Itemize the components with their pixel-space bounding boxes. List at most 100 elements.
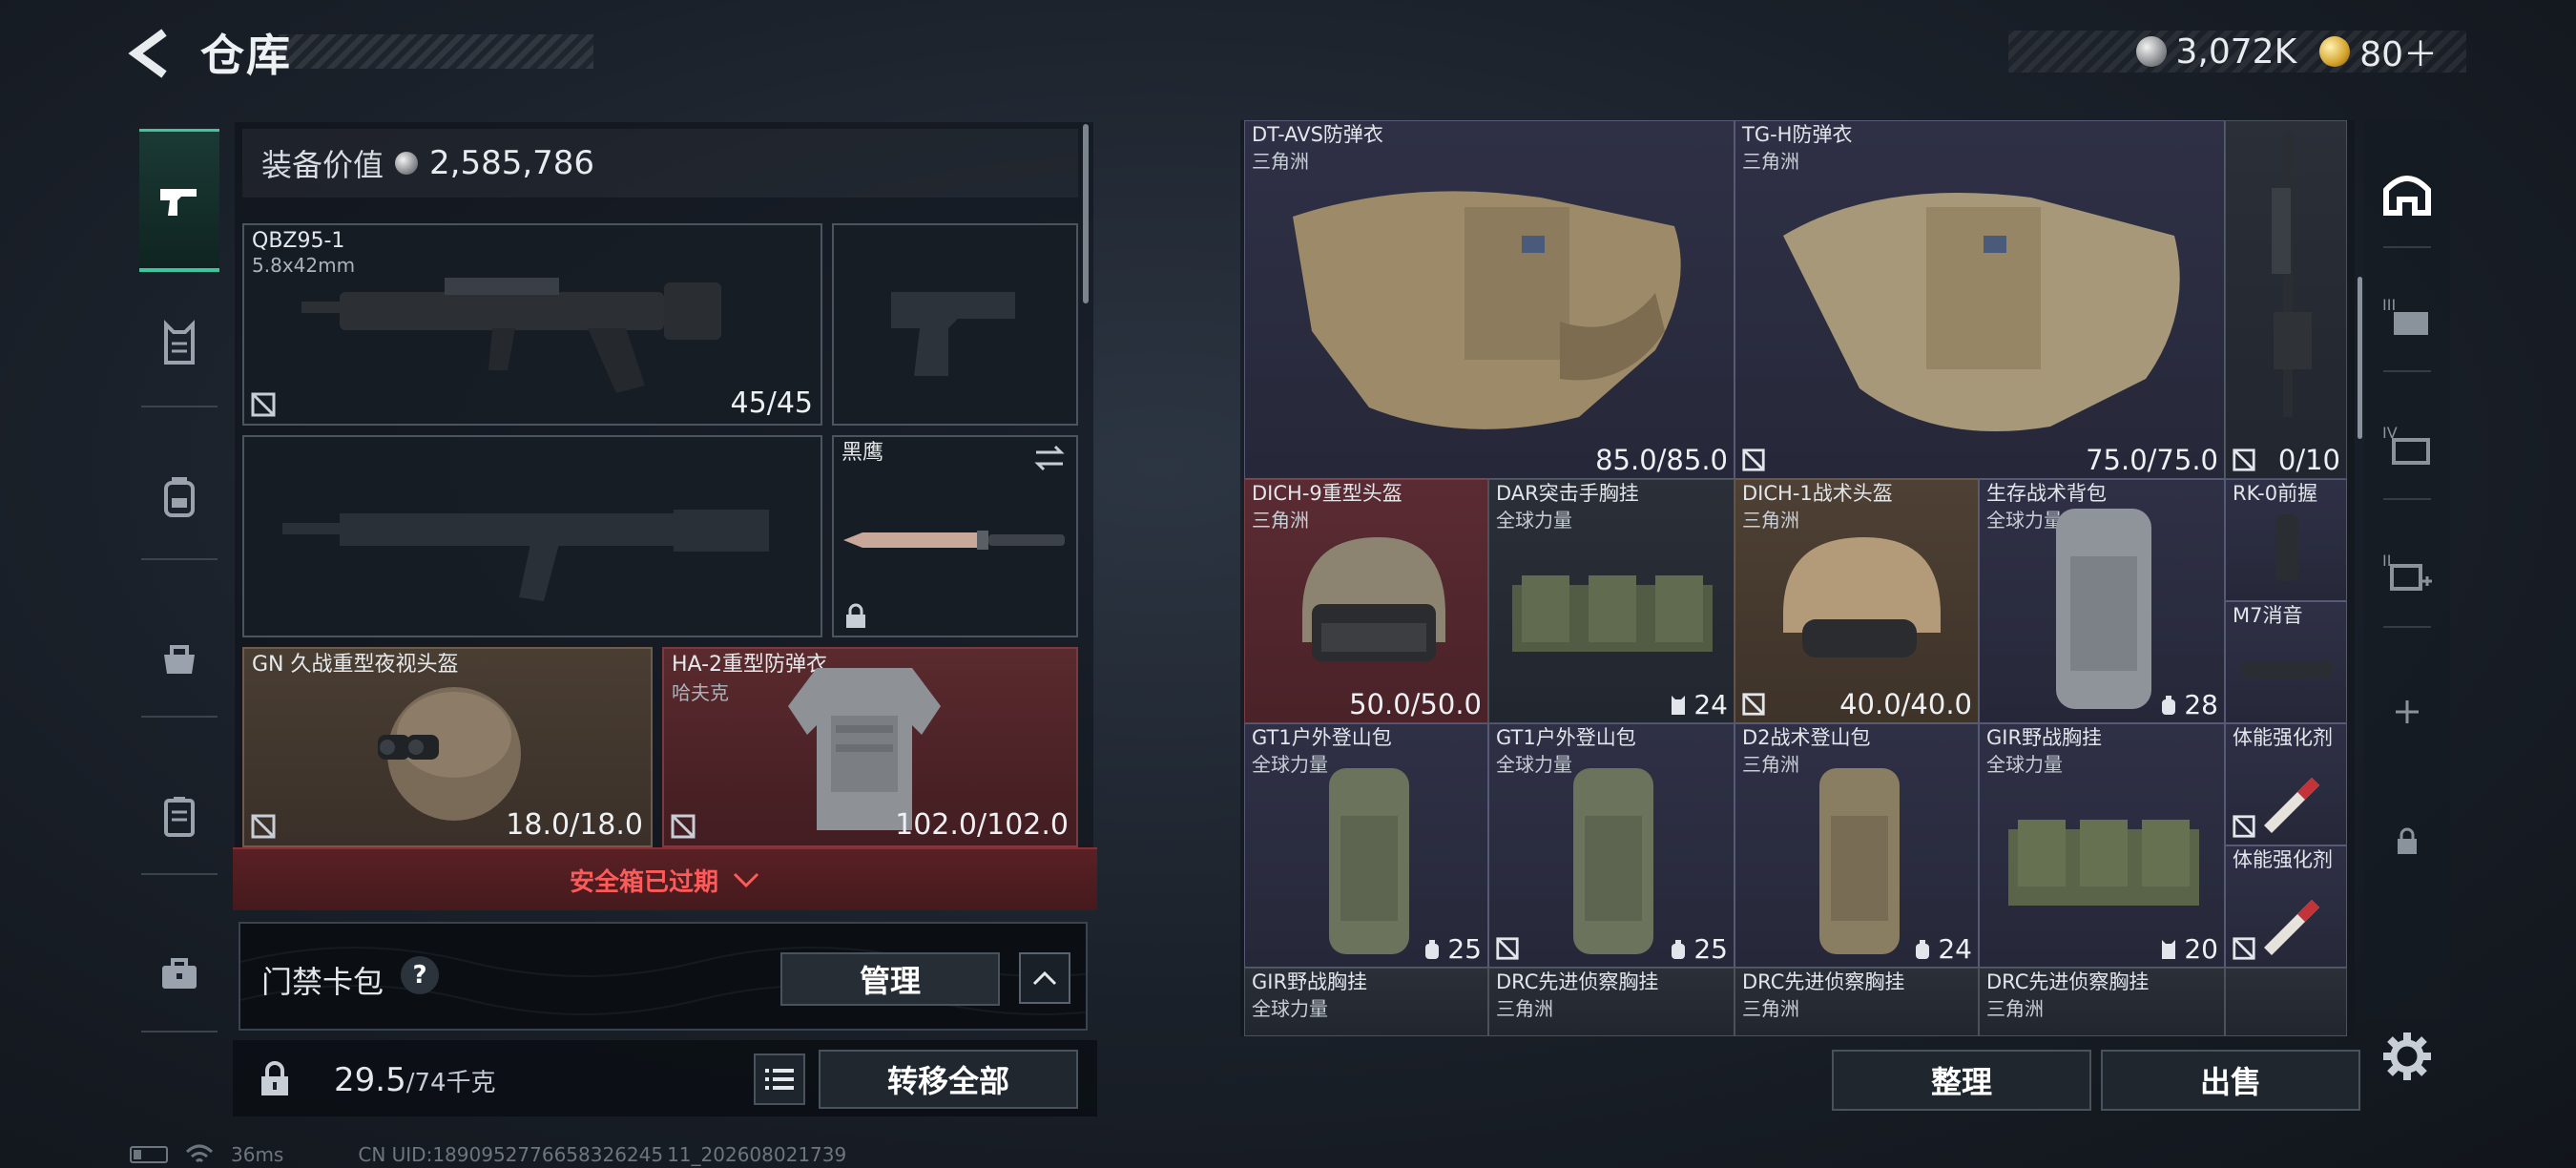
keycard-pack-row: 门禁卡包 ? 管理	[239, 922, 1088, 1031]
list-view-button[interactable]	[754, 1053, 805, 1105]
item-durability: 75.0/75.0	[2086, 444, 2218, 476]
tab-weapons[interactable]	[139, 129, 219, 272]
settings-button[interactable]	[2378, 1027, 2437, 1086]
svg-text:III: III	[2382, 296, 2396, 314]
stash-home-tool[interactable]	[2374, 158, 2441, 225]
stash-iv-tool[interactable]: IV	[2374, 410, 2441, 477]
stash-item[interactable]: DICH-1战术头盔 三角洲 40.0/40.0	[1735, 479, 1979, 723]
body-armor-image	[1293, 191, 1681, 429]
container-icon	[164, 797, 195, 837]
stash-item[interactable]: DICH-9重型头盔 三角洲 50.0/50.0	[1244, 479, 1488, 723]
rifle-placeholder-icon	[282, 510, 769, 601]
collapse-button[interactable]	[1019, 952, 1070, 1004]
no-insurance-icon	[1742, 448, 1765, 471]
stash-item[interactable]: GT1户外登山包 全球力量 25	[1244, 723, 1488, 968]
stash-item[interactable]: DRC先进侦察胸挂 三角洲	[1735, 968, 1979, 1036]
backpack-capacity-icon	[2162, 695, 2176, 715]
gold-coin-icon	[2319, 36, 2351, 67]
tab-case[interactable]	[139, 902, 219, 1045]
user-uid: CN UID:1890952776658326245 11_2026080217…	[358, 1143, 847, 1166]
item-origin: 全球力量	[1252, 997, 1328, 1020]
help-button[interactable]: ?	[401, 956, 439, 994]
transfer-all-button[interactable]: 转移全部	[819, 1050, 1078, 1109]
back-button[interactable]	[126, 27, 174, 80]
safebox-expired-bar[interactable]: 安全箱已过期	[233, 847, 1097, 910]
stash-item[interactable]: 体能强化剂	[2225, 723, 2347, 845]
hiking-backpack-image	[1329, 768, 1409, 954]
sell-button[interactable]: 出售	[2101, 1050, 2360, 1111]
melee-name: 黑鹰	[841, 441, 884, 465]
secondary-weapon-slot-empty[interactable]	[242, 435, 822, 637]
stash-scrollbar[interactable]	[2358, 277, 2362, 439]
item-capacity-value: 20	[2184, 933, 2218, 965]
stash-item[interactable]: DRC先进侦察胸挂 三角洲	[1979, 968, 2225, 1036]
tab-pouch[interactable]	[139, 587, 219, 730]
padlock-icon[interactable]	[254, 1057, 296, 1099]
item-name: DICH-9重型头盔	[1252, 482, 1402, 505]
equipment-value: 2,585,786	[429, 144, 595, 182]
stash-item[interactable]: 体能强化剂	[2225, 845, 2347, 968]
stash-item[interactable]: GT1户外登山包 全球力量 25	[1488, 723, 1735, 968]
stim-syringe-image	[2264, 900, 2319, 955]
helmet-slot[interactable]: GN 久战重型夜视头盔 18.0/18.0	[242, 647, 653, 847]
primary-weapon-slot[interactable]: QBZ95-1 5.8x42mm 45/45	[242, 223, 822, 426]
manage-button[interactable]: 管理	[780, 952, 1000, 1006]
item-origin: 全球力量	[1252, 753, 1328, 776]
tactical-helmet-image	[1783, 537, 1941, 657]
item-origin: 全球力量	[1496, 753, 1572, 776]
stash-iv-icon: IV	[2382, 424, 2430, 465]
stash-item[interactable]: TG-H防弹衣 三角洲 75.0/75.0	[1735, 120, 2225, 479]
item-origin: 全球力量	[1496, 509, 1572, 532]
item-name: DRC先进侦察胸挂	[1986, 970, 2150, 993]
item-capacity: 20	[2157, 933, 2218, 965]
item-name: DRC先进侦察胸挂	[1742, 970, 1905, 993]
stash-item[interactable]: DT-AVS防弹衣 三角洲 85.0/85.0	[1244, 120, 1735, 479]
item-name: 体能强化剂	[2233, 726, 2333, 749]
item-capacity-value: 25	[1693, 933, 1728, 965]
weight-bar: 29.5/74千克 转移全部	[233, 1040, 1097, 1116]
category-tabs	[130, 119, 229, 1093]
stash-ii-add-tool[interactable]: II	[2374, 538, 2441, 605]
keycard-pack-label: 门禁卡包	[261, 964, 384, 1000]
swap-icon[interactable]	[1032, 443, 1067, 473]
status-bar: 36ms CN UID:1890952776658326245 11_20260…	[130, 1141, 846, 1168]
item-name: RK-0前握	[2233, 482, 2318, 505]
item-name: DICH-1战术头盔	[1742, 482, 1893, 505]
stash-item[interactable]: M7消音	[2225, 601, 2347, 723]
no-insurance-icon	[2233, 937, 2255, 960]
stash-item[interactable]: GIR野战胸挂 全球力量 20	[1979, 723, 2225, 968]
stash-empty-cell[interactable]	[2225, 968, 2347, 1036]
vest-icon	[164, 320, 195, 365]
item-name: D2战术登山包	[1742, 726, 1871, 749]
melee-slot[interactable]: 黑鹰	[832, 435, 1078, 637]
tab-backpack[interactable]	[139, 425, 219, 568]
locked-stash-tool[interactable]	[2374, 807, 2441, 874]
stash-iii-tool[interactable]: III	[2374, 282, 2441, 349]
house-icon	[2383, 176, 2431, 216]
pistol-slot-empty[interactable]	[832, 223, 1078, 426]
sort-button[interactable]: 整理	[1832, 1050, 2091, 1111]
stash-item[interactable]: D2战术登山包 三角洲 24	[1735, 723, 1979, 968]
stash-iii-icon: III	[2382, 296, 2428, 335]
stash-item[interactable]: 0/10	[2225, 120, 2347, 479]
stash-item[interactable]: DAR突击手胸挂 全球力量 24	[1488, 479, 1735, 723]
add-stash-tool[interactable]	[2374, 678, 2441, 745]
stash-item[interactable]: GIR野战胸挂 全球力量	[1244, 968, 1488, 1036]
tab-vest[interactable]	[139, 272, 219, 415]
stash-item[interactable]: 生存战术背包 全球力量 28	[1979, 479, 2225, 723]
ammo-count: 45/45	[730, 386, 813, 420]
battery-icon	[130, 1146, 168, 1163]
title-decoration	[279, 34, 593, 69]
loadout-scrollbar[interactable]	[1083, 124, 1089, 303]
helmet-durability: 18.0/18.0	[506, 808, 643, 842]
gold-currency-value[interactable]: 80＋	[2359, 27, 2438, 76]
no-insurance-icon	[671, 814, 696, 839]
armor-slot[interactable]: HA-2重型防弹衣 哈夫克 102.0/102.0	[662, 647, 1078, 847]
item-durability: 40.0/40.0	[1839, 688, 1972, 720]
item-name: TG-H防弹衣	[1742, 123, 1853, 146]
chest-rig-image	[2008, 820, 2199, 906]
stash-ii-add-icon: II	[2382, 552, 2432, 591]
stash-item[interactable]: RK-0前握	[2225, 479, 2347, 601]
tab-container[interactable]	[139, 744, 219, 887]
stash-item[interactable]: DRC先进侦察胸挂 三角洲	[1488, 968, 1735, 1036]
